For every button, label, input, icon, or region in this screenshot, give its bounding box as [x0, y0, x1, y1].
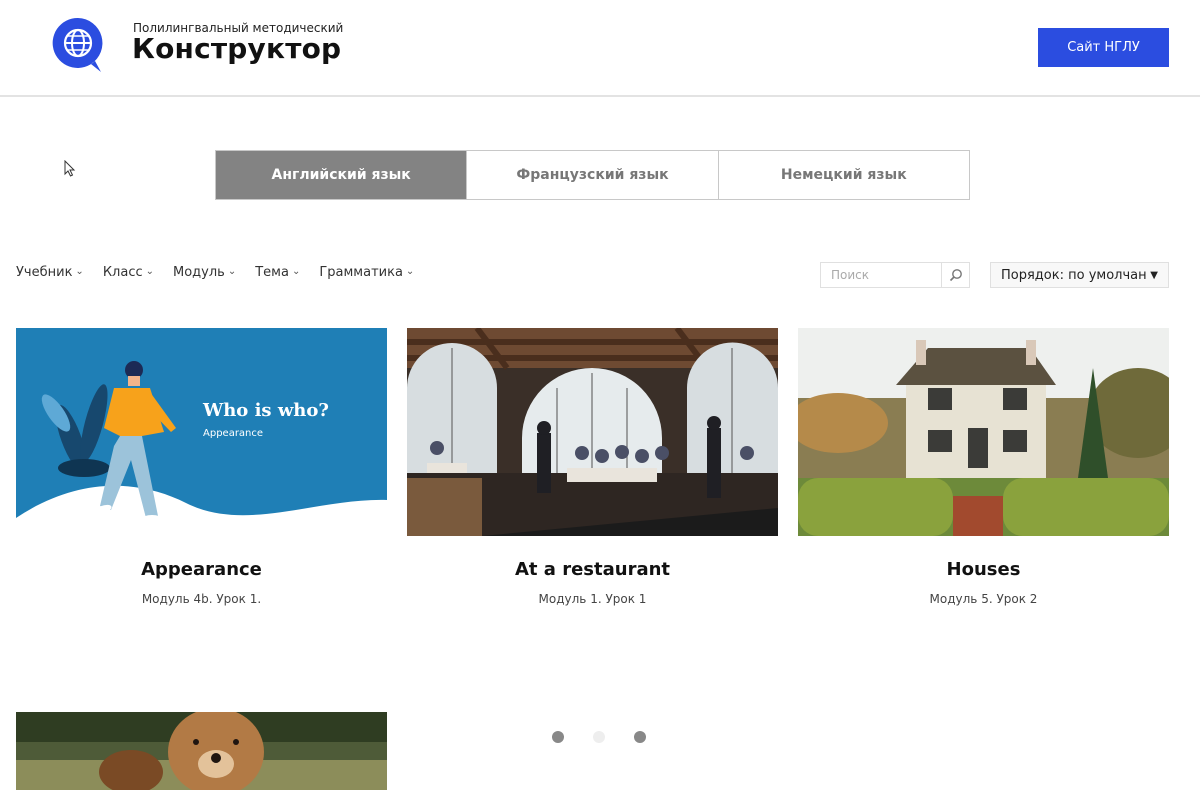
- search-button[interactable]: [941, 263, 969, 287]
- filter-label: Тема: [255, 265, 289, 280]
- caret-down-icon: ▼: [1150, 270, 1158, 281]
- mouse-cursor-icon: [64, 160, 76, 177]
- filter-label: Грамматика: [319, 265, 403, 280]
- chevron-down-icon: ⌄: [291, 266, 301, 277]
- tab-english[interactable]: Английский язык: [216, 151, 467, 199]
- chevron-down-icon: ⌄: [75, 266, 84, 277]
- header: Полилингвальный методический Конструктор…: [0, 0, 1200, 97]
- restaurant-photo: [407, 328, 778, 536]
- card-image-caption: Appearance: [203, 428, 263, 439]
- bear-photo: [16, 712, 387, 790]
- filters-bar: Учебник ⌄ Класс ⌄ Модуль ⌄ Тема ⌄ Грамматика…: [16, 265, 414, 280]
- tab-german[interactable]: Немецкий язык: [717, 151, 969, 199]
- card-title[interactable]: At a restaurant: [407, 559, 778, 580]
- chevron-down-icon: ⌄: [145, 266, 155, 277]
- filter-class[interactable]: Класс ⌄: [103, 265, 154, 280]
- sort-label: Порядок: по умолчан: [1001, 267, 1147, 283]
- tab-french[interactable]: Французский язык: [466, 151, 718, 199]
- card-image[interactable]: Who is who? Appearance: [16, 328, 387, 536]
- card-title[interactable]: Appearance: [16, 559, 387, 580]
- site-nglu-button[interactable]: Сайт НГЛУ: [1038, 28, 1169, 67]
- pagination-dot-2[interactable]: [593, 731, 605, 743]
- filter-grammar[interactable]: Грамматика ⌄: [319, 265, 414, 280]
- card-bear-image[interactable]: [16, 712, 387, 790]
- pagination-dot-3[interactable]: [634, 731, 646, 743]
- filter-module[interactable]: Модуль ⌄: [173, 265, 236, 280]
- search-icon: [949, 269, 962, 282]
- filter-textbook[interactable]: Учебник ⌄: [16, 265, 84, 280]
- filter-label: Модуль: [173, 265, 225, 280]
- card-houses[interactable]: Houses Модуль 5. Урок 2: [798, 328, 1169, 606]
- filter-topic[interactable]: Тема ⌄: [255, 265, 300, 280]
- pagination-dots: [552, 731, 646, 743]
- card-subtitle: Модуль 5. Урок 2: [929, 592, 1038, 606]
- appearance-illustration: Who is who? Appearance: [16, 328, 387, 536]
- filter-label: Учебник: [16, 265, 73, 280]
- logo-title[interactable]: Конструктор: [132, 32, 341, 65]
- filter-label: Класс: [102, 265, 143, 280]
- chevron-down-icon: ⌄: [405, 266, 415, 277]
- card-image[interactable]: [798, 328, 1169, 536]
- card-subtitle: Модуль 4b. Урок 1.: [141, 592, 262, 606]
- language-tabs: Английский язык Французский язык Немецки…: [215, 150, 970, 200]
- globe-logo-icon[interactable]: [51, 16, 105, 74]
- pagination-dot-1[interactable]: [552, 731, 564, 743]
- search-input[interactable]: [821, 263, 941, 287]
- card-title[interactable]: Houses: [798, 559, 1169, 580]
- house-photo: [798, 328, 1169, 536]
- chevron-down-icon: ⌄: [227, 266, 237, 277]
- card-subtitle: Модуль 1. Урок 1: [538, 592, 647, 606]
- card-image[interactable]: [407, 328, 778, 536]
- card-image-title: Who is who?: [202, 400, 329, 421]
- sort-select[interactable]: Порядок: по умолчан ▼: [990, 262, 1169, 288]
- card-restaurant[interactable]: At a restaurant Модуль 1. Урок 1: [407, 328, 778, 606]
- card-appearance[interactable]: Who is who? Appearance Appearance Модуль…: [16, 328, 387, 606]
- search-box: [820, 262, 970, 288]
